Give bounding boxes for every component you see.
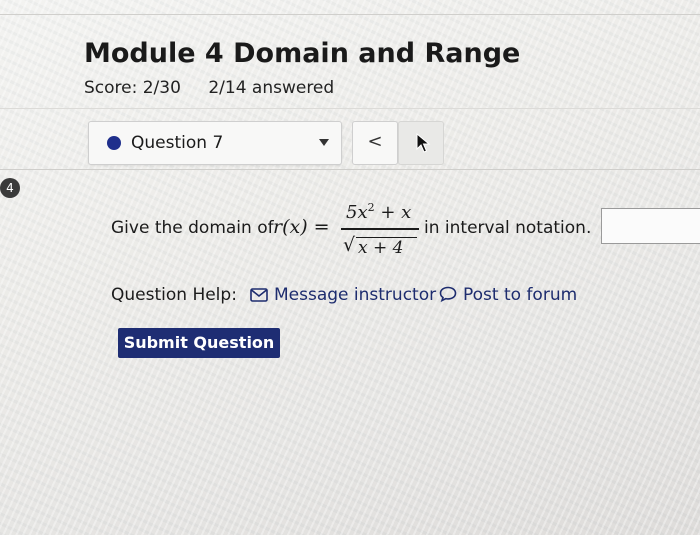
submit-question-button[interactable]: Submit Question bbox=[118, 328, 280, 358]
fraction-numerator: 5x2 + x bbox=[346, 201, 411, 223]
chevron-left-icon: < bbox=[367, 131, 383, 152]
numerator-base: 5x bbox=[346, 202, 368, 223]
question-select-label: Question 7 bbox=[131, 133, 224, 153]
previous-question-button[interactable]: < bbox=[352, 121, 398, 165]
function-lhs: r(x) = bbox=[273, 216, 330, 238]
fraction-denominator: x + 4 bbox=[358, 238, 404, 258]
question-number-badge: 4 bbox=[0, 178, 20, 198]
question-prompt-text: Give the domain of bbox=[111, 218, 274, 238]
mouse-cursor-icon bbox=[416, 133, 431, 153]
post-to-forum-label: Post to forum bbox=[463, 285, 578, 305]
question-status-dot bbox=[107, 136, 121, 150]
fraction-bar bbox=[341, 228, 419, 230]
question-help-label: Question Help: bbox=[111, 285, 237, 305]
square-root-icon: √ bbox=[343, 234, 356, 256]
question-select[interactable]: Question 7 bbox=[88, 121, 342, 165]
question-prompt-suffix: in interval notation. bbox=[424, 218, 592, 238]
envelope-icon bbox=[250, 288, 268, 302]
speech-bubble-icon bbox=[439, 286, 457, 303]
numerator-rest: + x bbox=[374, 202, 412, 223]
answer-input[interactable] bbox=[601, 208, 700, 244]
post-to-forum-link[interactable]: Post to forum bbox=[439, 285, 577, 305]
caret-down-icon bbox=[319, 139, 329, 146]
message-instructor-label: Message instructor bbox=[274, 285, 437, 305]
page-title: Module 4 Domain and Range bbox=[84, 38, 521, 69]
top-divider bbox=[0, 0, 700, 15]
answered-count: 2/14 answered bbox=[208, 78, 335, 98]
score-summary: Score: 2/30 2/14 answered bbox=[84, 78, 334, 98]
numerator-exponent: 2 bbox=[367, 201, 375, 214]
message-instructor-link[interactable]: Message instructor bbox=[250, 285, 436, 305]
next-question-button[interactable] bbox=[398, 121, 444, 165]
score-text: Score: 2/30 bbox=[84, 78, 181, 98]
